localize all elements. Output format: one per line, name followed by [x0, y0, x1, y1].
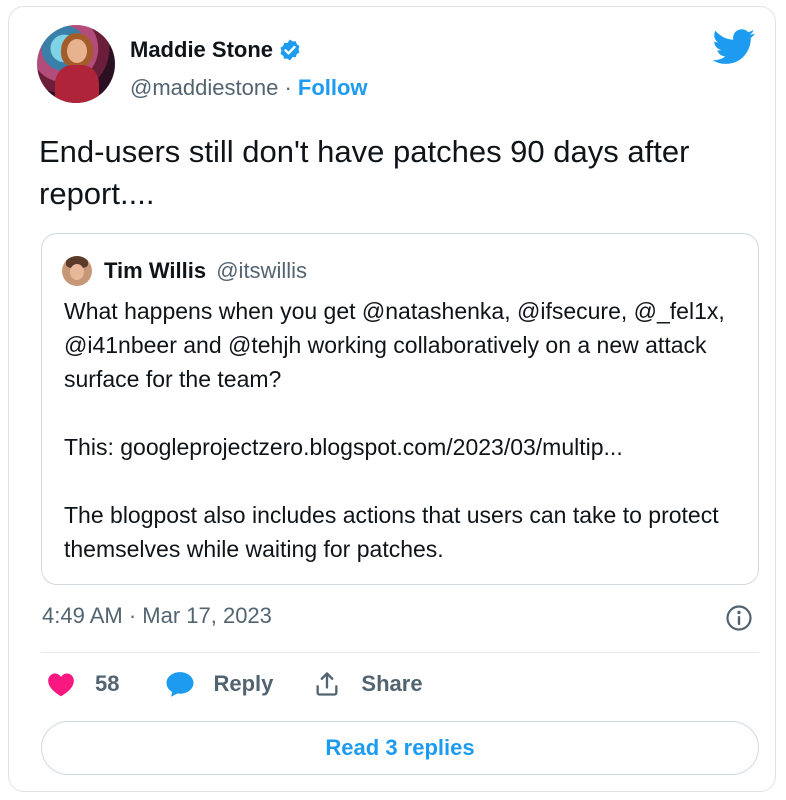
heart-icon: [48, 673, 74, 697]
quoted-paragraph: What happens when you get @natashenka, @…: [64, 298, 725, 392]
divider: [41, 652, 759, 653]
avatar-face: [67, 39, 87, 63]
quoted-author-name: Tim Willis: [104, 258, 207, 283]
share-upload-icon: [316, 672, 338, 696]
read-replies-button[interactable]: Read 3 replies: [41, 721, 759, 775]
author-handle-row: @maddiestone · Follow: [130, 75, 368, 101]
quoted-avatar-face: [70, 264, 84, 280]
info-icon[interactable]: [725, 604, 753, 632]
quoted-text: What happens when you get @natashenka, @…: [64, 294, 744, 566]
timestamp[interactable]: 4:49 AM · Mar 17, 2023: [42, 603, 272, 629]
avatar[interactable]: [37, 25, 115, 103]
avatar-body: [55, 65, 99, 103]
tweet-text: End-users still don't have patches 90 da…: [39, 134, 690, 211]
twitter-bird-icon[interactable]: [712, 29, 756, 65]
quoted-link-paragraph[interactable]: This: googleprojectzero.blogspot.com/202…: [64, 430, 744, 464]
reply-button[interactable]: Reply: [165, 670, 273, 698]
quoted-avatar[interactable]: [62, 256, 92, 286]
reply-label: Reply: [213, 671, 274, 696]
follow-button[interactable]: Follow: [298, 75, 368, 100]
action-bar: 58 Reply Share: [47, 670, 423, 698]
share-label: Share: [361, 671, 423, 696]
tweet-card: Maddie Stone @maddiestone · Follow End-u…: [8, 6, 776, 792]
author-handle[interactable]: @maddiestone: [130, 75, 278, 100]
verified-badge-icon: [280, 39, 300, 61]
separator-dot: ·: [284, 75, 292, 100]
quoted-paragraph: The blogpost also includes actions that …: [64, 502, 719, 562]
like-button[interactable]: 58: [47, 671, 119, 697]
share-button[interactable]: Share: [313, 670, 423, 698]
like-count: 58: [95, 671, 120, 696]
author-name[interactable]: Maddie Stone: [130, 37, 273, 63]
author-name-row: Maddie Stone: [130, 37, 302, 63]
quoted-header: Tim Willis @itswillis: [104, 258, 307, 284]
reply-bubble-icon: [166, 672, 194, 697]
quoted-author-handle: @itswillis: [216, 258, 307, 283]
quoted-tweet[interactable]: Tim Willis @itswillis What happens when …: [41, 233, 759, 585]
